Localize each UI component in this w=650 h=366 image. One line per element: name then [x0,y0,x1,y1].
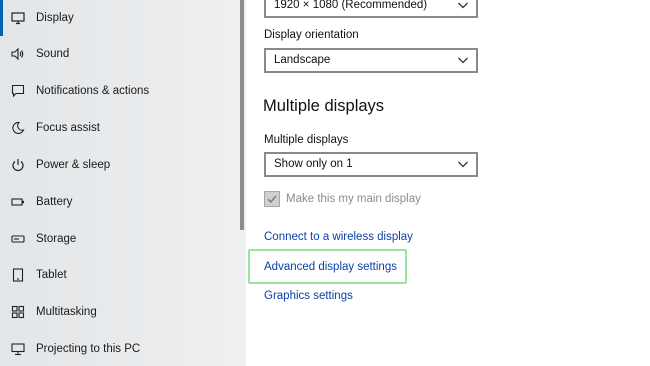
monitor-icon [10,10,26,26]
speaker-icon [10,46,26,62]
moon-icon [10,120,26,136]
sidebar-item-tablet[interactable]: Tablet [0,257,240,293]
chevron-down-icon [458,2,468,9]
main-display-checkbox-label: Make this my main display [286,193,421,205]
sidebar-item-label: Display [36,12,74,24]
multitasking-icon [10,304,26,320]
multiple-displays-dropdown[interactable]: Show only on 1 [264,152,478,177]
sidebar-item-label: Tablet [36,269,67,281]
orientation-dropdown[interactable]: Landscape [264,48,478,73]
tablet-icon [10,267,26,283]
sidebar-item-projecting[interactable]: Projecting to this PC [0,331,240,366]
sidebar-item-notifications[interactable]: Notifications & actions [0,73,240,109]
sidebar-item-label: Focus assist [36,122,100,134]
sidebar-item-power-sleep[interactable]: Power & sleep [0,147,240,183]
multiple-displays-label: Multiple displays [264,134,349,146]
connect-wireless-display-link[interactable]: Connect to a wireless display [264,231,413,243]
sidebar-item-storage[interactable]: Storage [0,221,240,257]
main-display-checkbox-row: Make this my main display [264,190,421,208]
sidebar-item-label: Battery [36,196,73,208]
sidebar-item-focus-assist[interactable]: Focus assist [0,110,240,146]
sidebar-item-label: Storage [36,233,77,245]
sidebar-item-display[interactable]: Display [0,0,240,36]
projecting-icon [10,341,26,357]
sidebar-item-label: Projecting to this PC [36,343,141,355]
sidebar-item-label: Notifications & actions [36,85,150,97]
highlight-box [248,249,407,284]
sidebar-item-label: Power & sleep [36,159,111,171]
orientation-label: Display orientation [264,29,359,41]
sidebar-item-sound[interactable]: Sound [0,36,240,72]
section-title: Multiple displays [263,97,385,115]
settings-sidebar: Display Sound Notifications & actions Fo… [0,0,246,366]
chevron-down-icon [458,57,468,64]
orientation-value: Landscape [274,54,331,66]
multiple-displays-value: Show only on 1 [274,158,353,170]
graphics-settings-link[interactable]: Graphics settings [264,290,353,302]
message-icon [10,83,26,99]
main-display-checkbox[interactable] [264,191,280,207]
checkmark-icon [267,195,277,204]
display-settings-panel: 1920 × 1080 (Recommended) Display orient… [246,0,650,366]
sidebar-item-multitasking[interactable]: Multitasking [0,294,240,330]
power-icon [10,157,26,173]
sidebar-item-label: Sound [36,48,70,60]
sidebar-item-label: Multitasking [36,306,97,318]
sidebar-item-battery[interactable]: Battery [0,184,240,220]
chevron-down-icon [458,161,468,168]
resolution-dropdown[interactable]: 1920 × 1080 (Recommended) [264,0,478,18]
battery-icon [10,194,26,210]
storage-icon [10,231,26,247]
resolution-value: 1920 × 1080 (Recommended) [274,0,428,11]
sidebar-scrollbar[interactable] [240,0,244,230]
